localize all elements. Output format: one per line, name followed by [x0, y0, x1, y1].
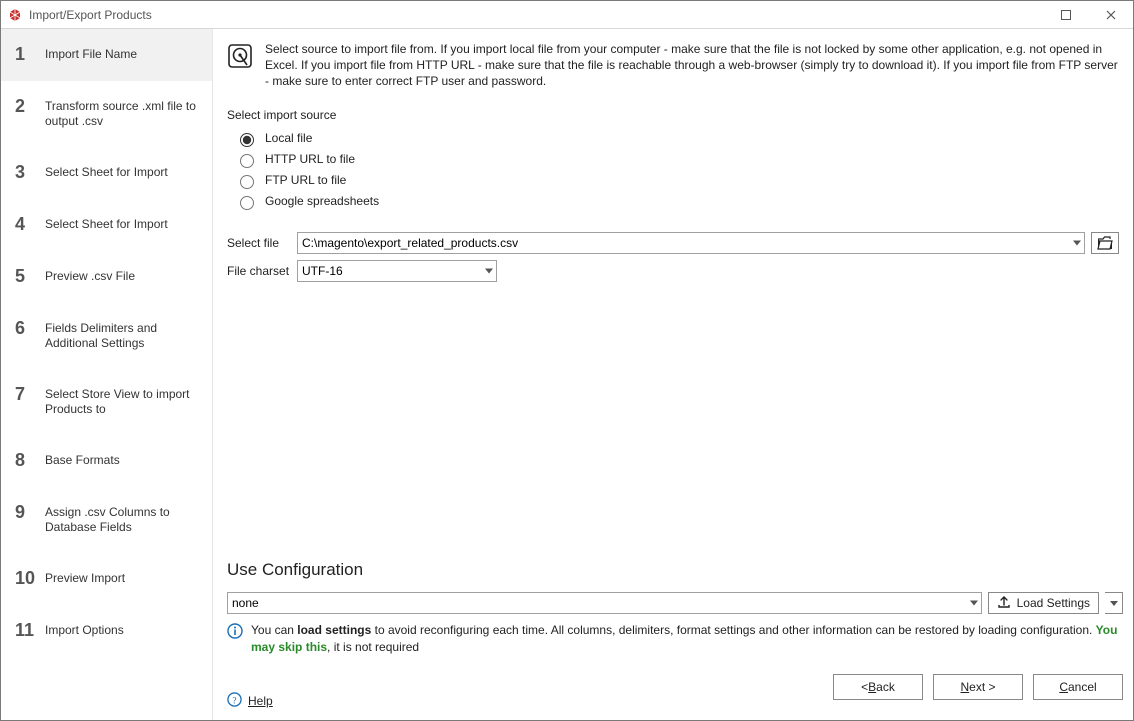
browse-file-button[interactable] [1091, 232, 1119, 254]
select-file-label: Select file [227, 236, 291, 250]
import-source-radio-group: Local file HTTP URL to file FTP URL to f… [235, 128, 1123, 212]
intro-text: Select source to import file from. If yo… [265, 41, 1123, 90]
step-label: Assign .csv Columns to Database Fields [45, 505, 200, 535]
step-number: 2 [15, 97, 35, 115]
radio-input[interactable] [240, 196, 254, 210]
cancel-button[interactable]: Cancel [1033, 674, 1123, 700]
step-label: Base Formats [45, 453, 120, 468]
wizard-steps-sidebar: 1 Import File Name 2 Transform source .x… [1, 29, 213, 720]
step-7[interactable]: 7 Select Store View to import Products t… [1, 369, 212, 435]
help-icon: ? [227, 692, 242, 710]
step-label: Transform source .xml file to output .cs… [45, 99, 200, 129]
next-button[interactable]: Next > [933, 674, 1023, 700]
step-label: Preview Import [45, 571, 125, 586]
load-settings-button[interactable]: Load Settings [988, 592, 1099, 614]
configuration-info-text: You can load settings to avoid reconfigu… [251, 622, 1123, 656]
info-icon [227, 623, 243, 639]
wizard-window: Import/Export Products 1 Import File Nam… [0, 0, 1134, 721]
step-3[interactable]: 3 Select Sheet for Import [1, 147, 212, 199]
select-file-input[interactable] [297, 232, 1085, 254]
app-icon [7, 7, 23, 23]
step-10[interactable]: 10 Preview Import [1, 553, 212, 605]
import-source-heading: Select import source [227, 108, 1123, 122]
titlebar: Import/Export Products [1, 1, 1133, 29]
step-label: Fields Delimiters and Additional Setting… [45, 321, 200, 351]
step-1[interactable]: 1 Import File Name [1, 29, 212, 81]
radio-ftp-url[interactable]: FTP URL to file [235, 170, 1123, 191]
step-5[interactable]: 5 Preview .csv File [1, 251, 212, 303]
step-number: 3 [15, 163, 35, 181]
wizard-page: Select source to import file from. If yo… [213, 29, 1133, 720]
step-label: Preview .csv File [45, 269, 135, 284]
window-maximize-button[interactable] [1043, 1, 1088, 29]
radio-label: Google spreadsheets [265, 194, 379, 208]
step-9[interactable]: 9 Assign .csv Columns to Database Fields [1, 487, 212, 553]
use-configuration-heading: Use Configuration [227, 560, 1123, 580]
step-number: 11 [15, 621, 35, 639]
step-label: Select Sheet for Import [45, 165, 168, 180]
radio-input[interactable] [240, 175, 254, 189]
step-number: 10 [15, 569, 35, 587]
step-number: 9 [15, 503, 35, 521]
step-number: 1 [15, 45, 35, 63]
radio-input[interactable] [240, 133, 254, 147]
help-link[interactable]: Help [248, 694, 273, 708]
step-number: 5 [15, 267, 35, 285]
step-8[interactable]: 8 Base Formats [1, 435, 212, 487]
step-4[interactable]: 4 Select Sheet for Import [1, 199, 212, 251]
load-settings-dropdown[interactable] [1105, 592, 1123, 614]
radio-local-file[interactable]: Local file [235, 128, 1123, 149]
radio-label: HTTP URL to file [265, 152, 355, 166]
svg-text:?: ? [232, 696, 236, 706]
step-11[interactable]: 11 Import Options [1, 605, 212, 657]
step-number: 8 [15, 451, 35, 469]
radio-label: Local file [265, 131, 312, 145]
step-number: 6 [15, 319, 35, 337]
step-label: Import Options [45, 623, 124, 638]
back-button[interactable]: < Back [833, 674, 923, 700]
load-settings-label: Load Settings [1017, 596, 1090, 610]
hard-drive-icon [227, 43, 253, 69]
radio-input[interactable] [240, 154, 254, 168]
radio-label: FTP URL to file [265, 173, 346, 187]
step-number: 7 [15, 385, 35, 403]
radio-http-url[interactable]: HTTP URL to file [235, 149, 1123, 170]
window-close-button[interactable] [1088, 1, 1133, 29]
step-6[interactable]: 6 Fields Delimiters and Additional Setti… [1, 303, 212, 369]
radio-google-spreadsheets[interactable]: Google spreadsheets [235, 191, 1123, 212]
window-title: Import/Export Products [29, 8, 152, 22]
upload-icon [997, 595, 1011, 612]
file-charset-select[interactable] [297, 260, 497, 282]
step-label: Select Sheet for Import [45, 217, 168, 232]
step-label: Select Store View to import Products to [45, 387, 200, 417]
file-charset-label: File charset [227, 264, 291, 278]
step-2[interactable]: 2 Transform source .xml file to output .… [1, 81, 212, 147]
step-label: Import File Name [45, 47, 137, 62]
configuration-select[interactable] [227, 592, 982, 614]
step-number: 4 [15, 215, 35, 233]
